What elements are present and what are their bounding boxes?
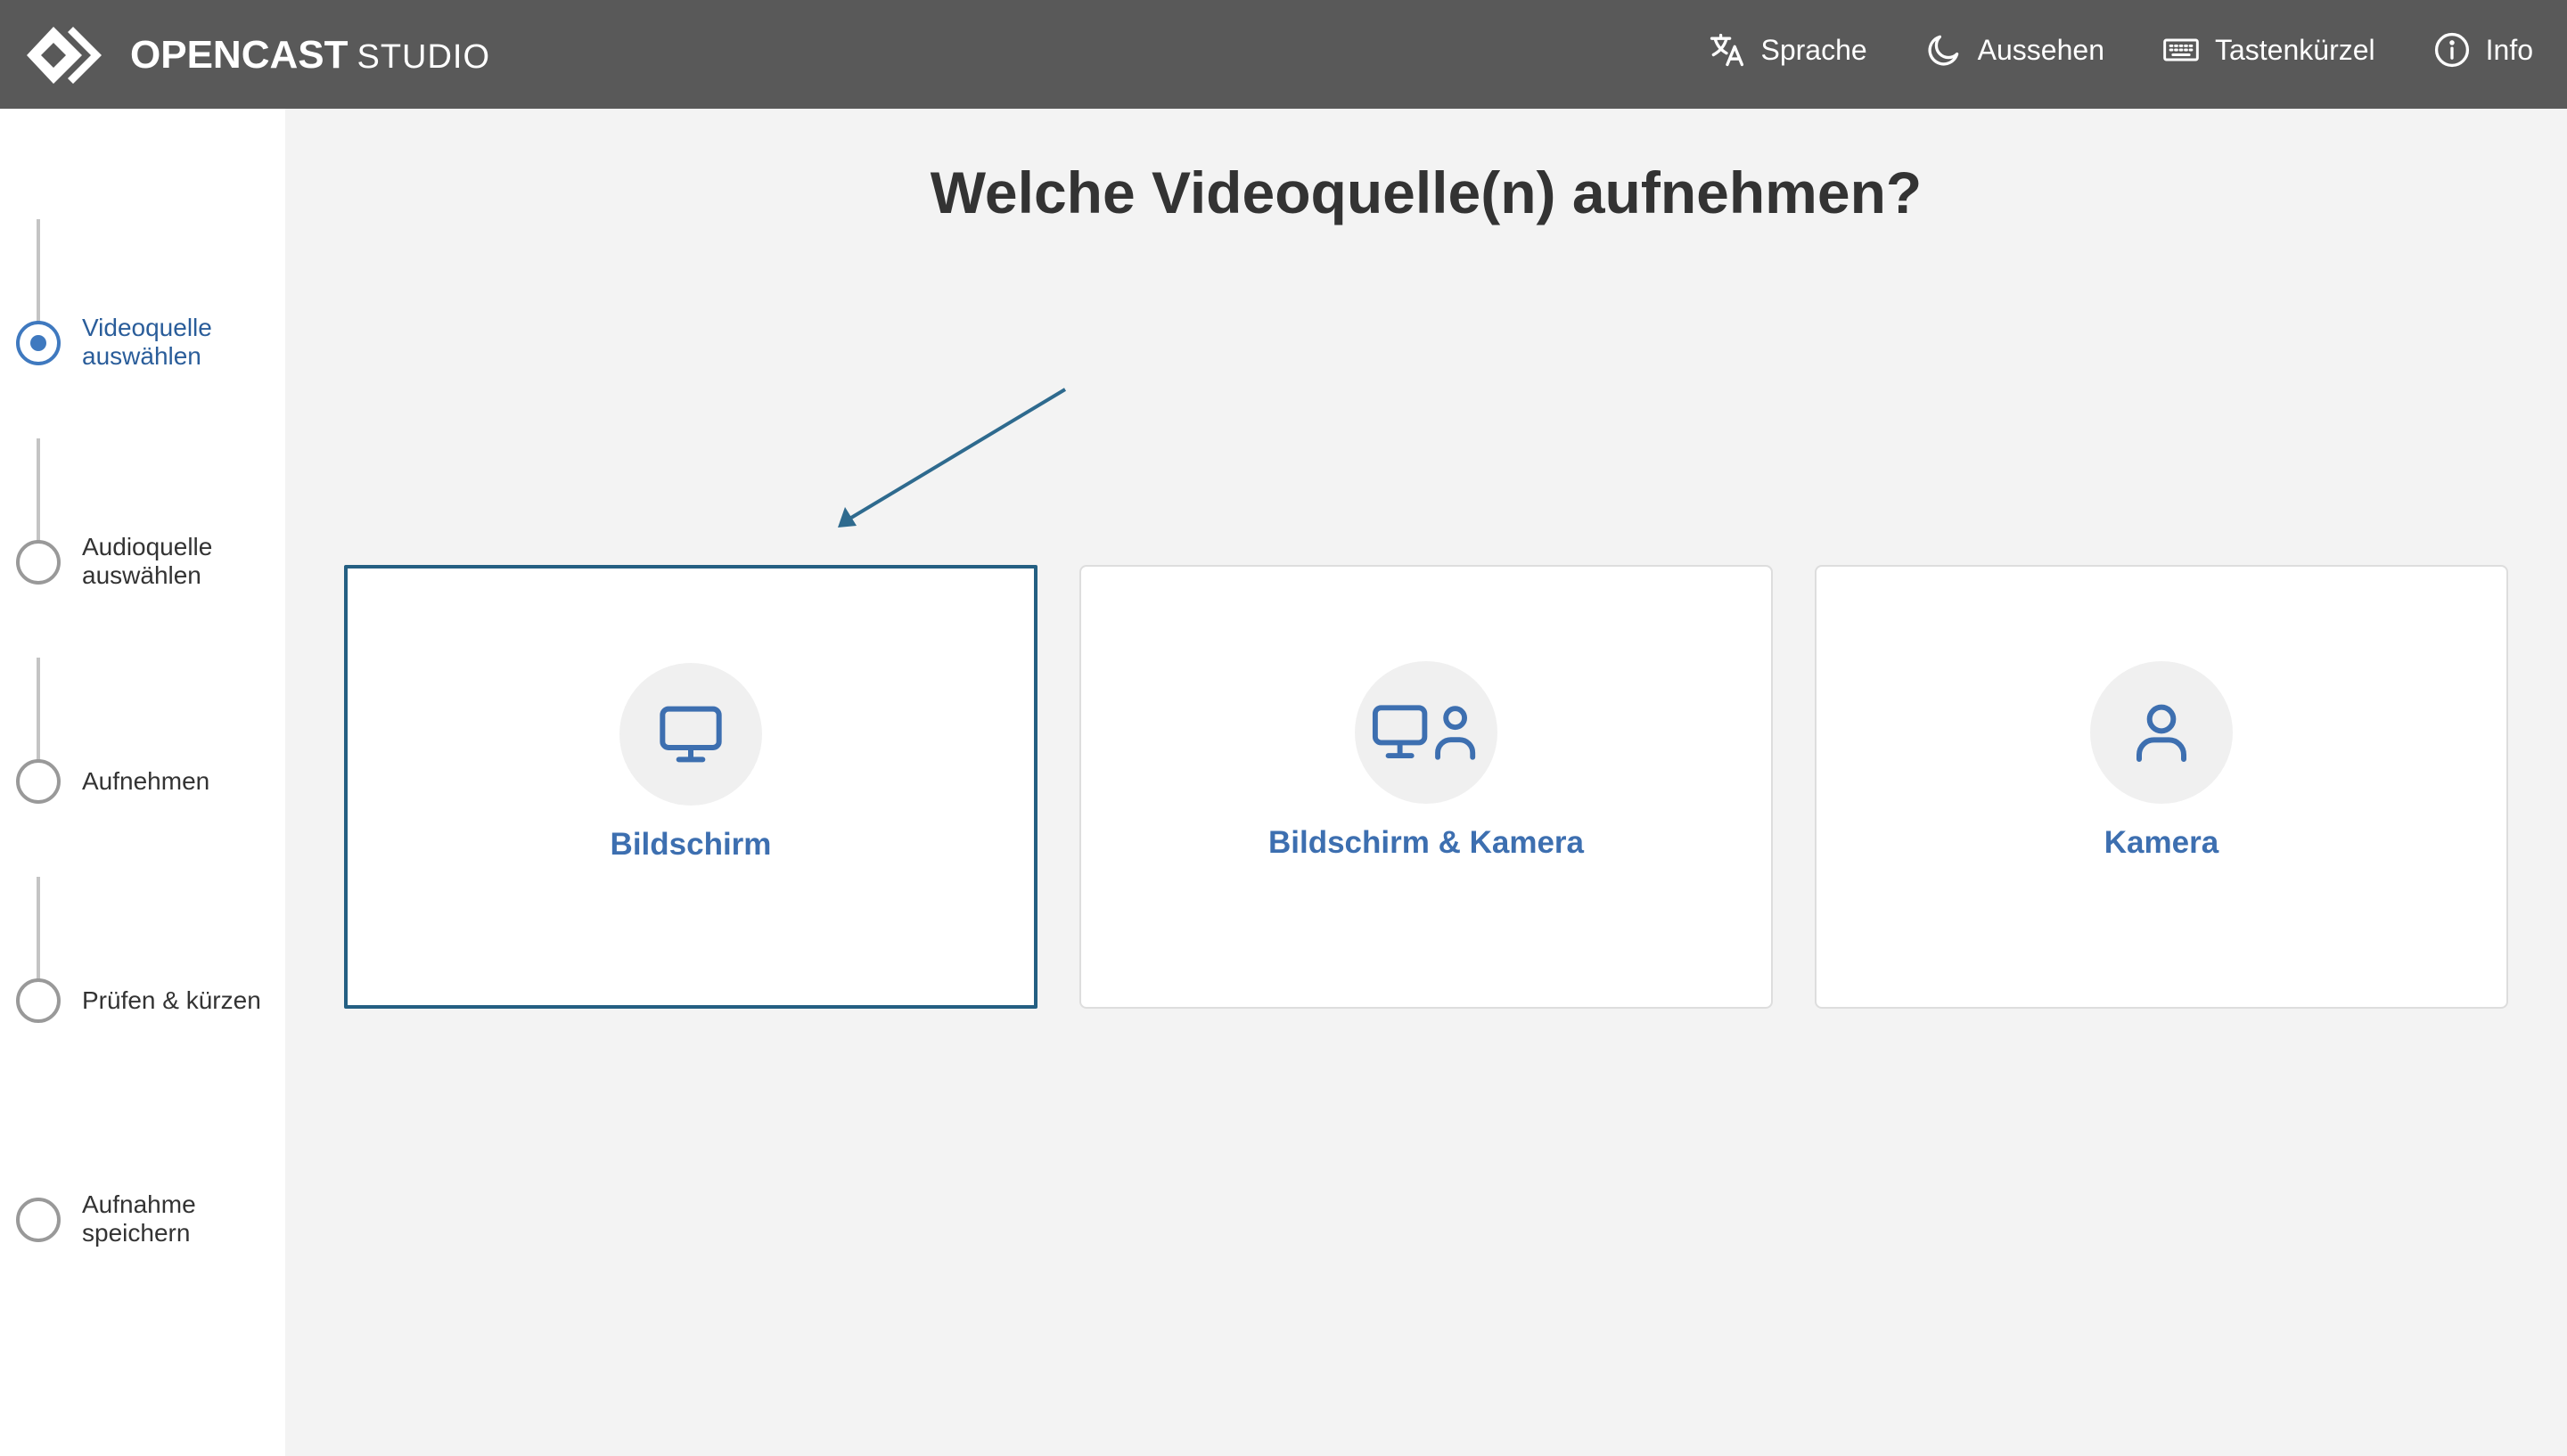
step-indicator-record xyxy=(16,759,61,804)
opencast-logo-icon xyxy=(27,27,102,84)
logo-wordmark: OPENCAST xyxy=(130,33,349,77)
option-label-screen-camera: Bildschirm & Kamera xyxy=(1267,825,1585,860)
nav-language-button[interactable]: Sprache xyxy=(1707,30,1867,70)
option-card-camera[interactable]: Kamera xyxy=(1815,565,2508,1009)
option-label-camera: Kamera xyxy=(2104,825,2219,860)
step-label-video-source: Videoquelle auswählen xyxy=(82,314,212,370)
keyboard-icon xyxy=(2163,38,2199,61)
nav-language-label: Sprache xyxy=(1760,33,1867,66)
step-label-record: Aufnehmen xyxy=(82,767,210,795)
header-nav: Sprache Aussehen Tastenkürzel Info xyxy=(1650,0,2533,100)
nav-appearance-label: Aussehen xyxy=(1977,33,2104,66)
main-content: Welche Videoquelle(n) aufnehmen? Bildsch… xyxy=(285,109,2567,1456)
logo-subtitle: STUDIO xyxy=(357,38,491,76)
step-sidebar: Videoquelle auswählen Audioquelle auswäh… xyxy=(0,109,285,1456)
nav-appearance-button[interactable]: Aussehen xyxy=(1924,30,2104,70)
option-card-screen-camera[interactable]: Bildschirm & Kamera xyxy=(1079,565,1773,1009)
page-title: Welche Videoquelle(n) aufnehmen? xyxy=(930,160,1923,225)
option-icon-circle xyxy=(1355,661,1497,804)
nav-shortcuts-label: Tastenkürzel xyxy=(2214,33,2375,66)
step-indicator-audio-source xyxy=(16,540,61,585)
translate-icon xyxy=(1710,33,1744,67)
nav-shortcuts-button[interactable]: Tastenkürzel xyxy=(2161,30,2375,70)
step-indicator-video-source xyxy=(16,321,61,365)
step-label-review: Prüfen & kürzen xyxy=(82,986,261,1014)
user-icon xyxy=(2136,704,2186,762)
option-card-screen[interactable]: Bildschirm xyxy=(344,565,1037,1009)
monitor-icon xyxy=(660,706,722,763)
nav-info-label: Info xyxy=(2485,33,2533,66)
step-indicator-review xyxy=(16,978,61,1023)
step-label-audio-source: Audioquelle auswählen xyxy=(82,533,213,589)
monitor-user-icon xyxy=(1372,705,1476,760)
option-icon-circle xyxy=(619,663,762,806)
opencast-studio-logo[interactable]: OPENCAST STUDIO xyxy=(27,20,490,91)
option-icon-circle xyxy=(2090,661,2233,804)
info-icon xyxy=(2434,32,2469,68)
nav-info-button[interactable]: Info xyxy=(2432,30,2533,70)
app-header: OPENCAST STUDIO Sprache Aussehen Tastenk… xyxy=(0,0,2567,109)
step-label-save: Aufnahme speichern xyxy=(82,1190,196,1247)
option-label-screen: Bildschirm xyxy=(610,827,772,862)
moon-icon xyxy=(1928,35,1958,66)
step-indicator-save xyxy=(16,1198,61,1242)
